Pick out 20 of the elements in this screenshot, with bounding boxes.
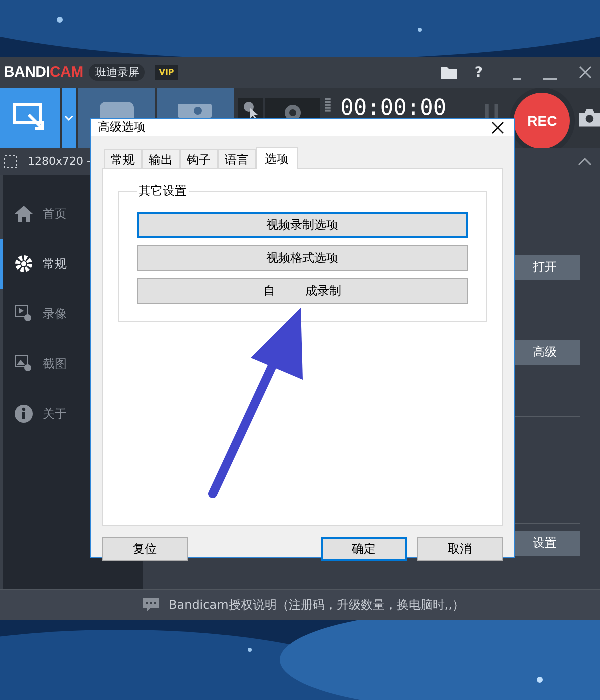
dialog-button[interactable]: 确定 — [321, 537, 407, 561]
timer: 00:00:00 — [340, 96, 447, 120]
tab[interactable]: 选项 — [256, 147, 298, 169]
tab[interactable]: 常规 — [104, 149, 142, 168]
option-button[interactable]: 视频录制选项 — [137, 212, 468, 238]
license-link[interactable]: Bandicam授权说明（注册码，升级数量，换电脑时,,） — [169, 596, 464, 614]
record-button[interactable]: REC — [514, 93, 570, 149]
dialog-button[interactable]: 复位 — [102, 537, 188, 561]
dialog-title: 高级选项 — [98, 119, 146, 136]
tab[interactable]: 输出 — [142, 149, 180, 168]
product-badge: 班迪录屏 — [89, 64, 146, 81]
tab[interactable]: 钩子 — [180, 149, 218, 168]
group-title: 其它设置 — [138, 183, 188, 200]
app-logo: BANDICAM — [4, 64, 84, 81]
option-button[interactable]: 自 成录制 — [137, 278, 468, 304]
help-button[interactable]: ? — [474, 64, 483, 80]
vip-badge: VIP — [155, 65, 178, 80]
dialog-button[interactable]: 取消 — [417, 537, 503, 561]
option-button[interactable]: 视频格式选项 — [137, 245, 468, 271]
tab[interactable]: 语言 — [218, 149, 256, 168]
